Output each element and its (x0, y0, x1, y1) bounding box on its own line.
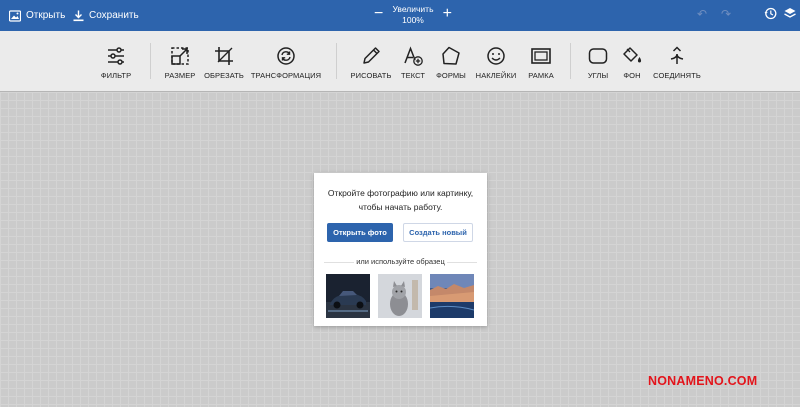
pentagon-icon (440, 45, 462, 67)
rounded-square-icon (587, 45, 609, 67)
open-label: Открыть (26, 10, 66, 21)
redo-button[interactable]: ↷ (721, 7, 731, 21)
tool-label: НАКЛЕЙКИ (475, 71, 517, 80)
tool-label: СОЕДИНЯТЬ (653, 71, 701, 80)
tool-label: РАЗМЕР (164, 71, 196, 80)
tool-label: УГЛЫ (587, 71, 609, 80)
resize-icon (169, 45, 191, 67)
tool-bar: ФИЛЬТР РАЗМЕР ОБРЕЗАТЬ ТРАНСФОРМАЦИЯ РИС… (0, 31, 800, 92)
zoom-control: − Увеличить 100% + (370, 2, 456, 29)
dialog-message-line1: Откройте фотографию или картинку, (327, 188, 474, 198)
merge-icon (666, 45, 688, 67)
top-bar: Открыть Сохранить − Увеличить 100% + ↶ ↷ (0, 0, 800, 31)
open-icon (9, 9, 21, 22)
create-new-button[interactable]: Создать новый (403, 223, 473, 242)
zoom-in-button[interactable]: + (443, 5, 452, 23)
tool-text[interactable]: ТЕКСТ (401, 45, 425, 80)
undo-button[interactable]: ↶ (697, 7, 707, 21)
sample-thumb-city[interactable] (430, 274, 474, 318)
dialog-message-line2: чтобы начать работу. (358, 202, 443, 212)
tool-label: ФИЛЬТР (100, 71, 132, 80)
tool-frame[interactable]: РАМКА (526, 45, 556, 80)
sample-thumb-car[interactable] (326, 274, 370, 318)
tool-draw[interactable]: РИСОВАТЬ (350, 45, 392, 80)
start-dialog: Откройте фотографию или картинку, чтобы … (314, 173, 487, 326)
tool-background[interactable]: ФОН (620, 45, 644, 80)
tool-merge[interactable]: СОЕДИНЯТЬ (653, 45, 701, 80)
zoom-title: Увеличить (392, 4, 434, 14)
crop-icon (213, 45, 235, 67)
tool-corners[interactable]: УГЛЫ (586, 45, 610, 80)
divider (570, 43, 571, 79)
tool-label: ТЕКСТ (400, 71, 426, 80)
divider (150, 43, 151, 79)
divider-line (447, 262, 477, 263)
open-button[interactable]: Открыть (9, 0, 65, 31)
tool-label: ФОН (623, 71, 641, 80)
sample-divider: или используйте образец (324, 257, 477, 267)
zoom-label: Увеличить 100% (388, 4, 438, 26)
tool-label: РИСОВАТЬ (350, 71, 392, 80)
tool-shapes[interactable]: ФОРМЫ (436, 45, 466, 80)
frame-icon (530, 45, 552, 67)
tool-crop[interactable]: ОБРЕЗАТЬ (204, 45, 244, 80)
zoom-out-button[interactable]: − (374, 5, 383, 23)
watermark-logo: NONAMENO.COM (648, 374, 758, 388)
save-label: Сохранить (89, 10, 139, 21)
rotate-icon (275, 45, 297, 67)
divider (336, 43, 337, 79)
tool-label: ФОРМЫ (436, 71, 466, 80)
tool-transform[interactable]: ТРАНСФОРМАЦИЯ (250, 45, 322, 80)
tool-label: ОБРЕЗАТЬ (204, 71, 244, 80)
pencil-icon (360, 45, 382, 67)
tool-stickers[interactable]: НАКЛЕЙКИ (476, 45, 516, 80)
tool-filter[interactable]: ФИЛЬТР (100, 45, 132, 80)
zoom-value: 100% (402, 15, 424, 25)
smiley-icon (485, 45, 507, 67)
layers-icon[interactable] (784, 7, 796, 25)
paint-bucket-icon (621, 45, 643, 67)
tool-resize[interactable]: РАЗМЕР (165, 45, 195, 80)
sample-thumb-cat[interactable] (378, 274, 422, 318)
open-photo-button[interactable]: Открыть фото (327, 223, 393, 242)
tool-label: РАМКА (528, 71, 554, 80)
text-add-icon (402, 45, 424, 67)
download-icon (73, 10, 84, 22)
save-button[interactable]: Сохранить (73, 0, 139, 31)
sliders-icon (105, 45, 127, 67)
history-icon[interactable] (764, 7, 777, 25)
tool-label: ТРАНСФОРМАЦИЯ (250, 71, 322, 80)
dialog-message: Откройте фотографию или картинку, чтобы … (314, 186, 487, 214)
